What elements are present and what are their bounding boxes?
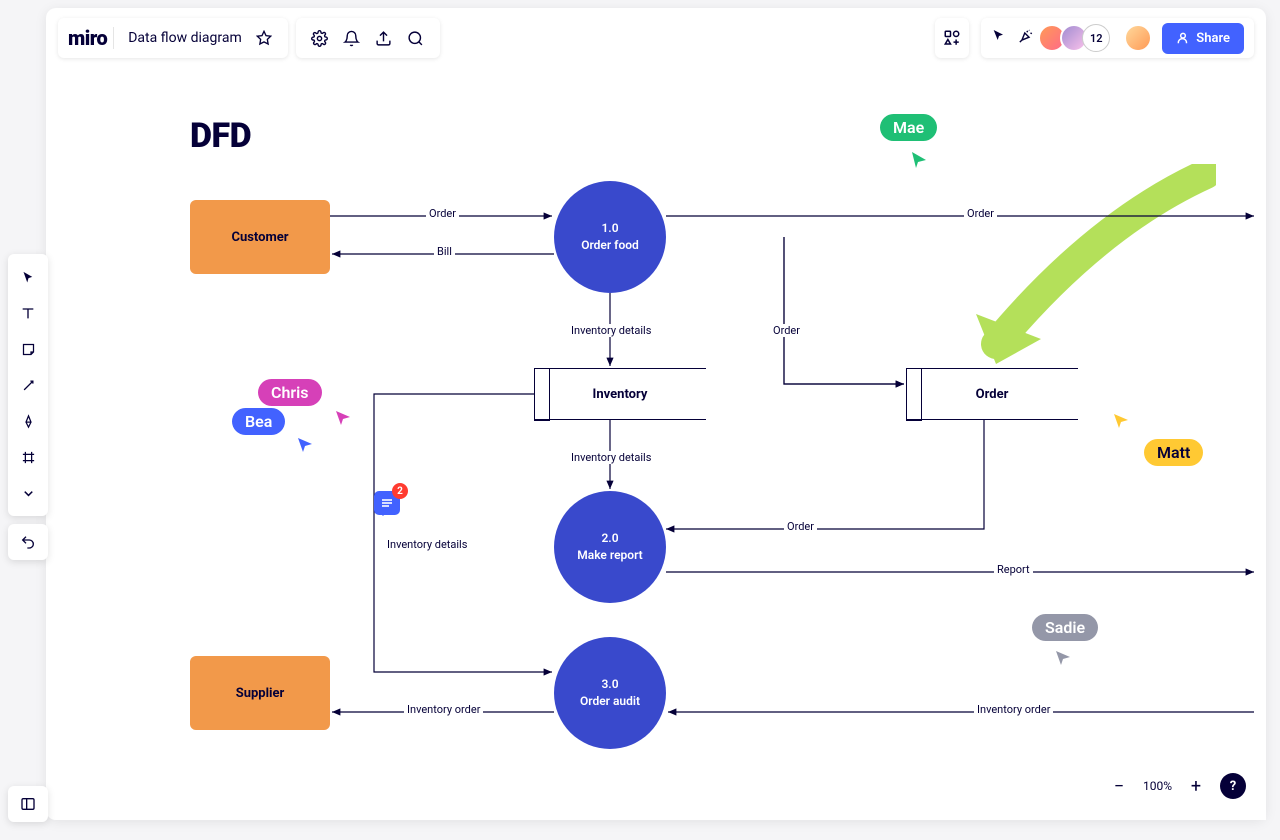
present-panel: 12 Share (981, 18, 1254, 58)
cursor-chris (334, 409, 352, 427)
cursor-mode-icon[interactable] (991, 28, 1007, 48)
entity-supplier[interactable]: Supplier (190, 656, 330, 730)
process-order-food[interactable]: 1.0 Order food (554, 181, 666, 293)
user-tag-bea: Bea (232, 408, 285, 435)
share-button[interactable]: Share (1162, 23, 1244, 54)
divider (113, 27, 114, 49)
cursor-bea (296, 436, 314, 454)
edge-order-2: Order (964, 207, 997, 220)
edge-invorder-1: Inventory order (404, 703, 483, 716)
canvas[interactable]: DFD Customer Supplier 1.0 Order food 2.0… (74, 64, 1266, 820)
line-tool[interactable] (8, 368, 48, 402)
edge-invdet-2: Inventory details (568, 451, 654, 464)
edge-order-1: Order (426, 207, 459, 220)
actions-panel (296, 18, 440, 58)
cursor-mae (910, 150, 930, 170)
right-controls: 12 Share (935, 18, 1254, 58)
frame-tool[interactable] (8, 440, 48, 474)
avatar-self[interactable] (1124, 24, 1152, 52)
apps-panel[interactable] (935, 18, 969, 58)
sticky-tool[interactable] (8, 332, 48, 366)
help-button[interactable]: ? (1220, 773, 1246, 799)
board-panel: miro Data flow diagram (58, 18, 288, 58)
process-order-audit[interactable]: 3.0 Order audit (554, 637, 666, 749)
panels-button[interactable] (8, 786, 48, 822)
edge-invdet-1: Inventory details (568, 324, 654, 337)
miro-logo[interactable]: miro (68, 26, 107, 50)
user-tag-chris: Chris (258, 379, 322, 406)
zoom-out-button[interactable]: − (1105, 772, 1133, 800)
edge-order-4: Order (784, 520, 817, 533)
text-tool[interactable] (8, 296, 48, 330)
board-title[interactable]: Data flow diagram (120, 30, 250, 46)
datastore-order[interactable]: Order (906, 368, 1078, 420)
user-tag-matt: Matt (1144, 439, 1203, 466)
reactions-icon[interactable] (1017, 28, 1034, 49)
bell-icon[interactable] (338, 24, 366, 52)
comment-pin[interactable]: 2 (374, 491, 400, 515)
share-person-icon (1176, 31, 1190, 45)
edge-order-3: Order (770, 324, 803, 337)
entity-customer[interactable]: Customer (190, 200, 330, 274)
apps-icon (943, 29, 961, 47)
avatars[interactable]: 12 (1044, 24, 1110, 52)
cursor-sadie (1054, 649, 1072, 667)
star-icon[interactable] (250, 24, 278, 52)
process-make-report[interactable]: 2.0 Make report (554, 491, 666, 603)
share-label: Share (1196, 31, 1230, 46)
undo-button[interactable] (8, 524, 48, 560)
comment-count: 2 (392, 483, 408, 499)
datastore-inventory[interactable]: Inventory (534, 368, 706, 420)
zoom-controls: − 100% + ? (1105, 772, 1246, 800)
avatar-count: 12 (1082, 24, 1110, 52)
diagram-title: DFD (190, 116, 251, 156)
topbar: miro Data flow diagram (58, 18, 440, 58)
select-tool[interactable] (8, 260, 48, 294)
user-tag-sadie: Sadie (1032, 614, 1098, 641)
cursor-matt (1112, 412, 1130, 430)
comment-icon (380, 497, 394, 509)
app-frame: miro Data flow diagram (46, 8, 1266, 820)
more-tools[interactable] (8, 476, 48, 510)
edge-invorder-2: Inventory order (974, 703, 1053, 716)
edge-bill: Bill (434, 245, 455, 258)
edge-invdet-3: Inventory details (384, 538, 470, 551)
zoom-level[interactable]: 100% (1143, 779, 1172, 793)
edge-report: Report (994, 563, 1033, 576)
user-tag-mae: Mae (880, 114, 937, 141)
search-icon[interactable] (402, 24, 430, 52)
zoom-in-button[interactable]: + (1182, 772, 1210, 800)
settings-icon[interactable] (306, 24, 334, 52)
pen-tool[interactable] (8, 404, 48, 438)
export-icon[interactable] (370, 24, 398, 52)
left-toolbar (8, 254, 48, 516)
